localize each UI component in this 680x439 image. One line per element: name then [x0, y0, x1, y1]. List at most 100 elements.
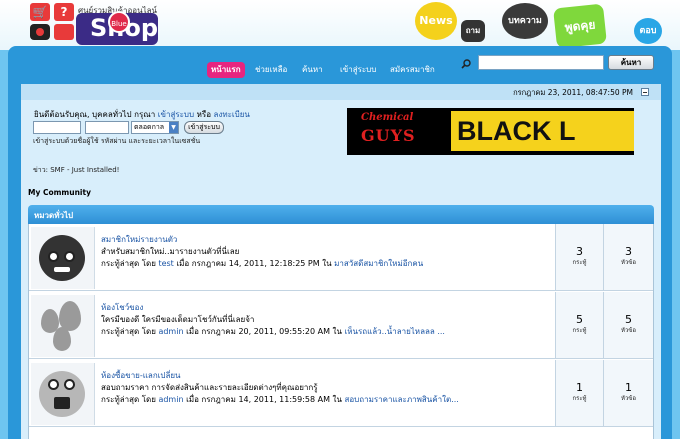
news-bubble[interactable]: News: [415, 2, 457, 40]
current-date: กรกฎาคม 23, 2011, 08:47:50 PM: [513, 88, 633, 97]
username-field[interactable]: [33, 121, 81, 134]
board-title[interactable]: ห้องซื้อขาย-แลกเปลี่ยน: [101, 370, 551, 382]
login-button[interactable]: เข้าสู่ระบบ: [184, 121, 224, 134]
board-info: สมาชิกใหม่รายงานตัว สำหรับสมาชิกใหม่..มา…: [101, 234, 551, 270]
magnifier-icon: [461, 59, 471, 69]
banner-text-1: Chemical: [361, 112, 414, 123]
or-text: หรือ: [196, 110, 211, 119]
board-row: ห้องซื้อขาย-แลกเปลี่ยน สอบถามราคา การจัด…: [29, 360, 653, 427]
topics-number: 3: [625, 245, 632, 258]
category-title: หมวดทั่วไป: [34, 211, 74, 220]
topics-number: 1: [625, 381, 632, 394]
last-post-prefix: กระทู้ล่าสุด โดย: [101, 259, 156, 268]
posts-count: 5 กระทู้: [555, 292, 603, 358]
news-line: ข่าว: SMF - Just Installed!: [33, 166, 120, 174]
date-bar: กรกฎาคม 23, 2011, 08:47:50 PM: [21, 84, 661, 100]
nav-home[interactable]: หน้าแรก: [207, 62, 245, 78]
session-length-select[interactable]: ตลอดกาล ▼: [131, 121, 179, 134]
topics-label: หัวข้อ: [620, 395, 637, 402]
board-description: สอบถามราคา การจัดส่งสินค้าและรายละเอียดต…: [101, 383, 318, 392]
nav-login[interactable]: เข้าสู่ระบบ: [336, 62, 380, 78]
topics-label: หัวข้อ: [620, 327, 637, 334]
mouth-icon: [54, 397, 70, 409]
board-row: สมาชิกใหม่รายงานตัว สำหรับสมาชิกใหม่..มา…: [29, 224, 653, 291]
welcome-prefix: ยินดีต้อนรับคุณ, บุคคลทั่วไป กรุณา: [34, 110, 156, 119]
banner-text-3: BLACK L: [451, 111, 634, 151]
collapse-icon[interactable]: [641, 88, 649, 96]
banner-text-2: GUYS: [361, 126, 416, 145]
nav-register[interactable]: สมัครสมาชิก: [386, 62, 439, 78]
board-description: สำหรับสมาชิกใหม่..มารายงานตัวที่นี่เลย: [101, 247, 240, 256]
answer-bubble[interactable]: ตอบ: [634, 18, 662, 44]
topics-count: 1 หัวข้อ: [603, 360, 653, 426]
board-icon: [31, 227, 95, 289]
nav-search[interactable]: ค้นหา: [298, 62, 327, 78]
welcome-text: ยินดีต้อนรับคุณ, บุคคลทั่วไป กรุณา เข้าส…: [34, 108, 250, 121]
mouth-icon: [54, 267, 70, 272]
last-post-when: เมื่อ กรกฎาคม 14, 2011, 11:59:58 AM ใน: [186, 395, 342, 404]
drop-icon: [53, 327, 71, 351]
posts-label: กระทู้: [572, 395, 587, 402]
eye-icon: [48, 251, 59, 262]
board-title[interactable]: ห้องโชว์ของ: [101, 302, 551, 314]
topics-label: หัวข้อ: [620, 259, 637, 266]
last-post-user[interactable]: test: [158, 259, 173, 268]
board-info: ห้องซื้อขาย-แลกเปลี่ยน สอบถามราคา การจัด…: [101, 370, 551, 406]
last-post-when: เมื่อ กรกฎาคม 20, 2011, 09:55:20 AM ใน: [186, 327, 342, 336]
session-length-value: ตลอดกาล: [134, 123, 165, 131]
category-header[interactable]: หมวดทั่วไป: [28, 205, 654, 224]
topics-number: 5: [625, 313, 632, 326]
board-row: ห้องโชว์ของ ใครมีของดี ใครมีของเด็ดมาโชว…: [29, 292, 653, 359]
last-post-topic[interactable]: สอบถามราคาและภาพสินค้าใต...: [344, 395, 458, 404]
cart-icon: 🛒: [30, 3, 50, 21]
ask-bubble[interactable]: ถาม: [461, 20, 485, 42]
last-post-prefix: กระทู้ล่าสุด โดย: [101, 395, 156, 404]
last-post: กระทู้ล่าสุด โดย test เมื่อ กรกฎาคม 14, …: [101, 258, 551, 270]
login-link[interactable]: เข้าสู่ระบบ: [158, 110, 194, 119]
nav-help[interactable]: ช่วยเหลือ: [251, 62, 291, 78]
search-input[interactable]: [478, 55, 604, 70]
community-title[interactable]: My Community: [28, 188, 91, 197]
last-post-when: เมื่อ กรกฎาคม 14, 2011, 12:18:25 PM ใน: [176, 259, 332, 268]
logo-blue-badge: Blue: [108, 11, 130, 33]
smiley-icon: [39, 371, 85, 417]
talk-bubble[interactable]: พูดคุย: [553, 3, 607, 49]
last-post-user[interactable]: admin: [158, 327, 183, 336]
last-post-topic[interactable]: เห็นรถแล้ว..น้ำลายไหลลล ...: [344, 327, 444, 336]
search-button[interactable]: ค้นหา: [608, 55, 654, 70]
board-icon: [31, 295, 95, 357]
article-bubble[interactable]: บทความ: [502, 3, 548, 39]
last-post: กระทู้ล่าสุด โดย admin เมื่อ กรกฎาคม 20,…: [101, 326, 551, 338]
topics-count: 5 หัวข้อ: [603, 292, 653, 358]
last-post-user[interactable]: admin: [158, 395, 183, 404]
posts-number: 1: [576, 381, 583, 394]
eye-icon: [48, 379, 59, 390]
posts-count: 3 กระทู้: [555, 224, 603, 290]
register-link[interactable]: ลงทะเบียน: [214, 110, 250, 119]
last-post: กระทู้ล่าสุด โดย admin เมื่อ กรกฎาคม 14,…: [101, 394, 551, 406]
question-icon: ?: [54, 3, 74, 21]
topics-count: 3 หัวข้อ: [603, 224, 653, 290]
board-description: ใครมีของดี ใครมีของเด็ดมาโชว์กันที่นี่เล…: [101, 315, 255, 324]
eye-icon: [64, 379, 75, 390]
posts-label: กระทู้: [572, 259, 587, 266]
eye-icon: [64, 251, 75, 262]
board-info: ห้องโชว์ของ ใครมีของดี ใครมีของเด็ดมาโชว…: [101, 302, 551, 338]
bag-icon: [30, 24, 50, 40]
board-icon: [31, 363, 95, 425]
posts-number: 3: [576, 245, 583, 258]
site-logo[interactable]: 🛒 ? ศูนย์รวมสินค้าออนไลน์ Shop Blue: [24, 0, 160, 48]
camera-icon: [54, 24, 74, 40]
board-title[interactable]: สมาชิกใหม่รายงานตัว: [101, 234, 551, 246]
last-post-topic[interactable]: มาสวัสดีสมาชิกใหม่อีกคน: [334, 259, 423, 268]
posts-count: 1 กระทู้: [555, 360, 603, 426]
login-hint: เข้าสู่ระบบด้วยชื่อผู้ใช้ รหัสผ่าน และระ…: [33, 137, 201, 145]
board-list: สมาชิกใหม่รายงานตัว สำหรับสมาชิกใหม่..มา…: [28, 224, 654, 439]
ad-banner[interactable]: Chemical GUYS BLACK L: [347, 108, 634, 155]
posts-number: 5: [576, 313, 583, 326]
smiley-icon: [39, 235, 85, 281]
password-field[interactable]: [85, 121, 129, 134]
posts-label: กระทู้: [572, 327, 587, 334]
last-post-prefix: กระทู้ล่าสุด โดย: [101, 327, 156, 336]
chevron-down-icon: ▼: [169, 122, 178, 133]
